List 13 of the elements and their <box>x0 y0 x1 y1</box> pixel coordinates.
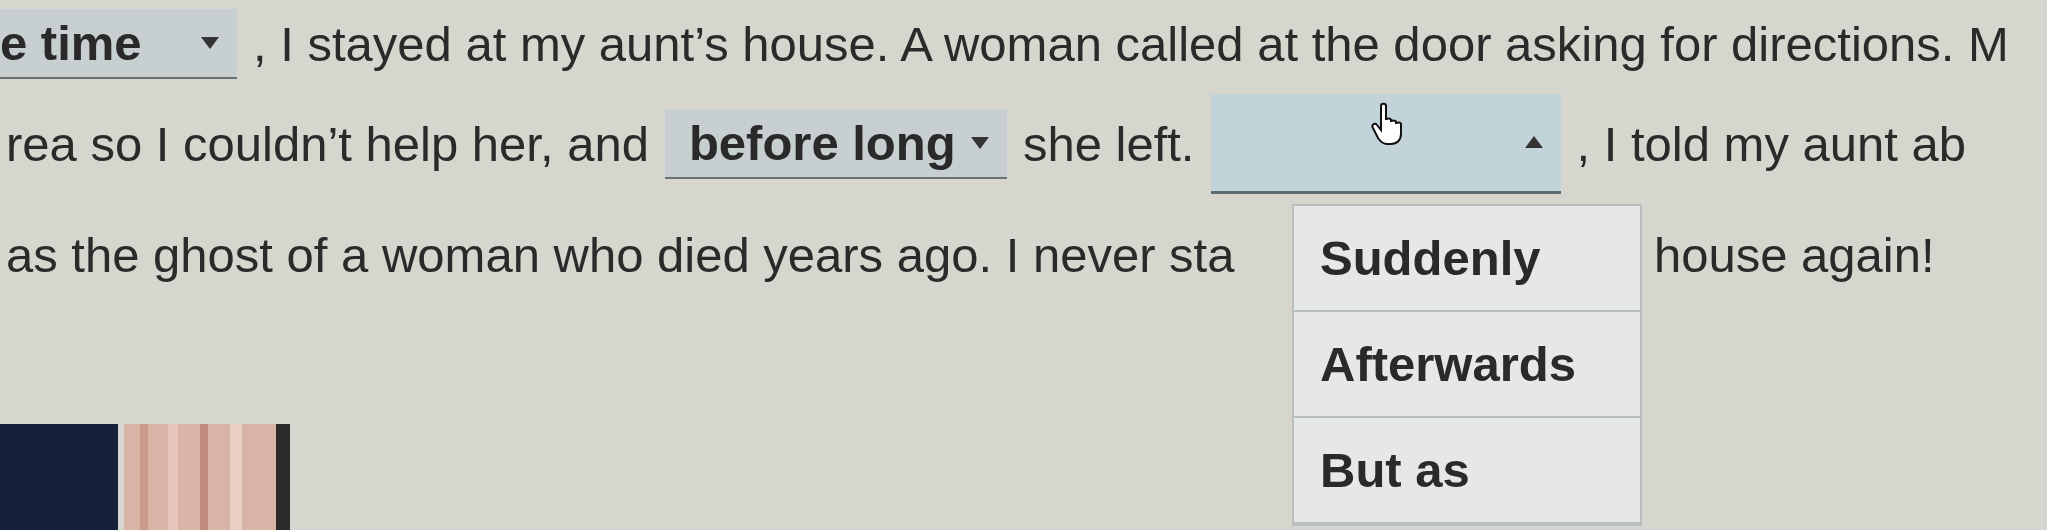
passage-text: rea so I couldn’t help her, and <box>5 115 650 172</box>
caret-down-icon <box>970 136 989 149</box>
passage-text: as the ghost of a woman who died years ago. I never sta <box>5 226 1236 283</box>
answer-dropdown[interactable]: e time <box>0 9 237 79</box>
passage-text: house again! <box>1653 226 1936 283</box>
passage-text: she left. <box>1021 115 1196 172</box>
hand-cursor-icon <box>1370 101 1405 146</box>
caret-up-icon <box>1524 136 1543 148</box>
caret-down-icon <box>201 37 219 49</box>
passage-text: , I told my aunt ab <box>1575 115 1967 172</box>
passage-text: , I stayed at my aunt’s house. A woman called at the door asking for directions. M <box>252 16 2010 72</box>
answer-dropdown[interactable]: before long <box>664 108 1007 179</box>
answer-dropdown[interactable] <box>1210 93 1561 194</box>
